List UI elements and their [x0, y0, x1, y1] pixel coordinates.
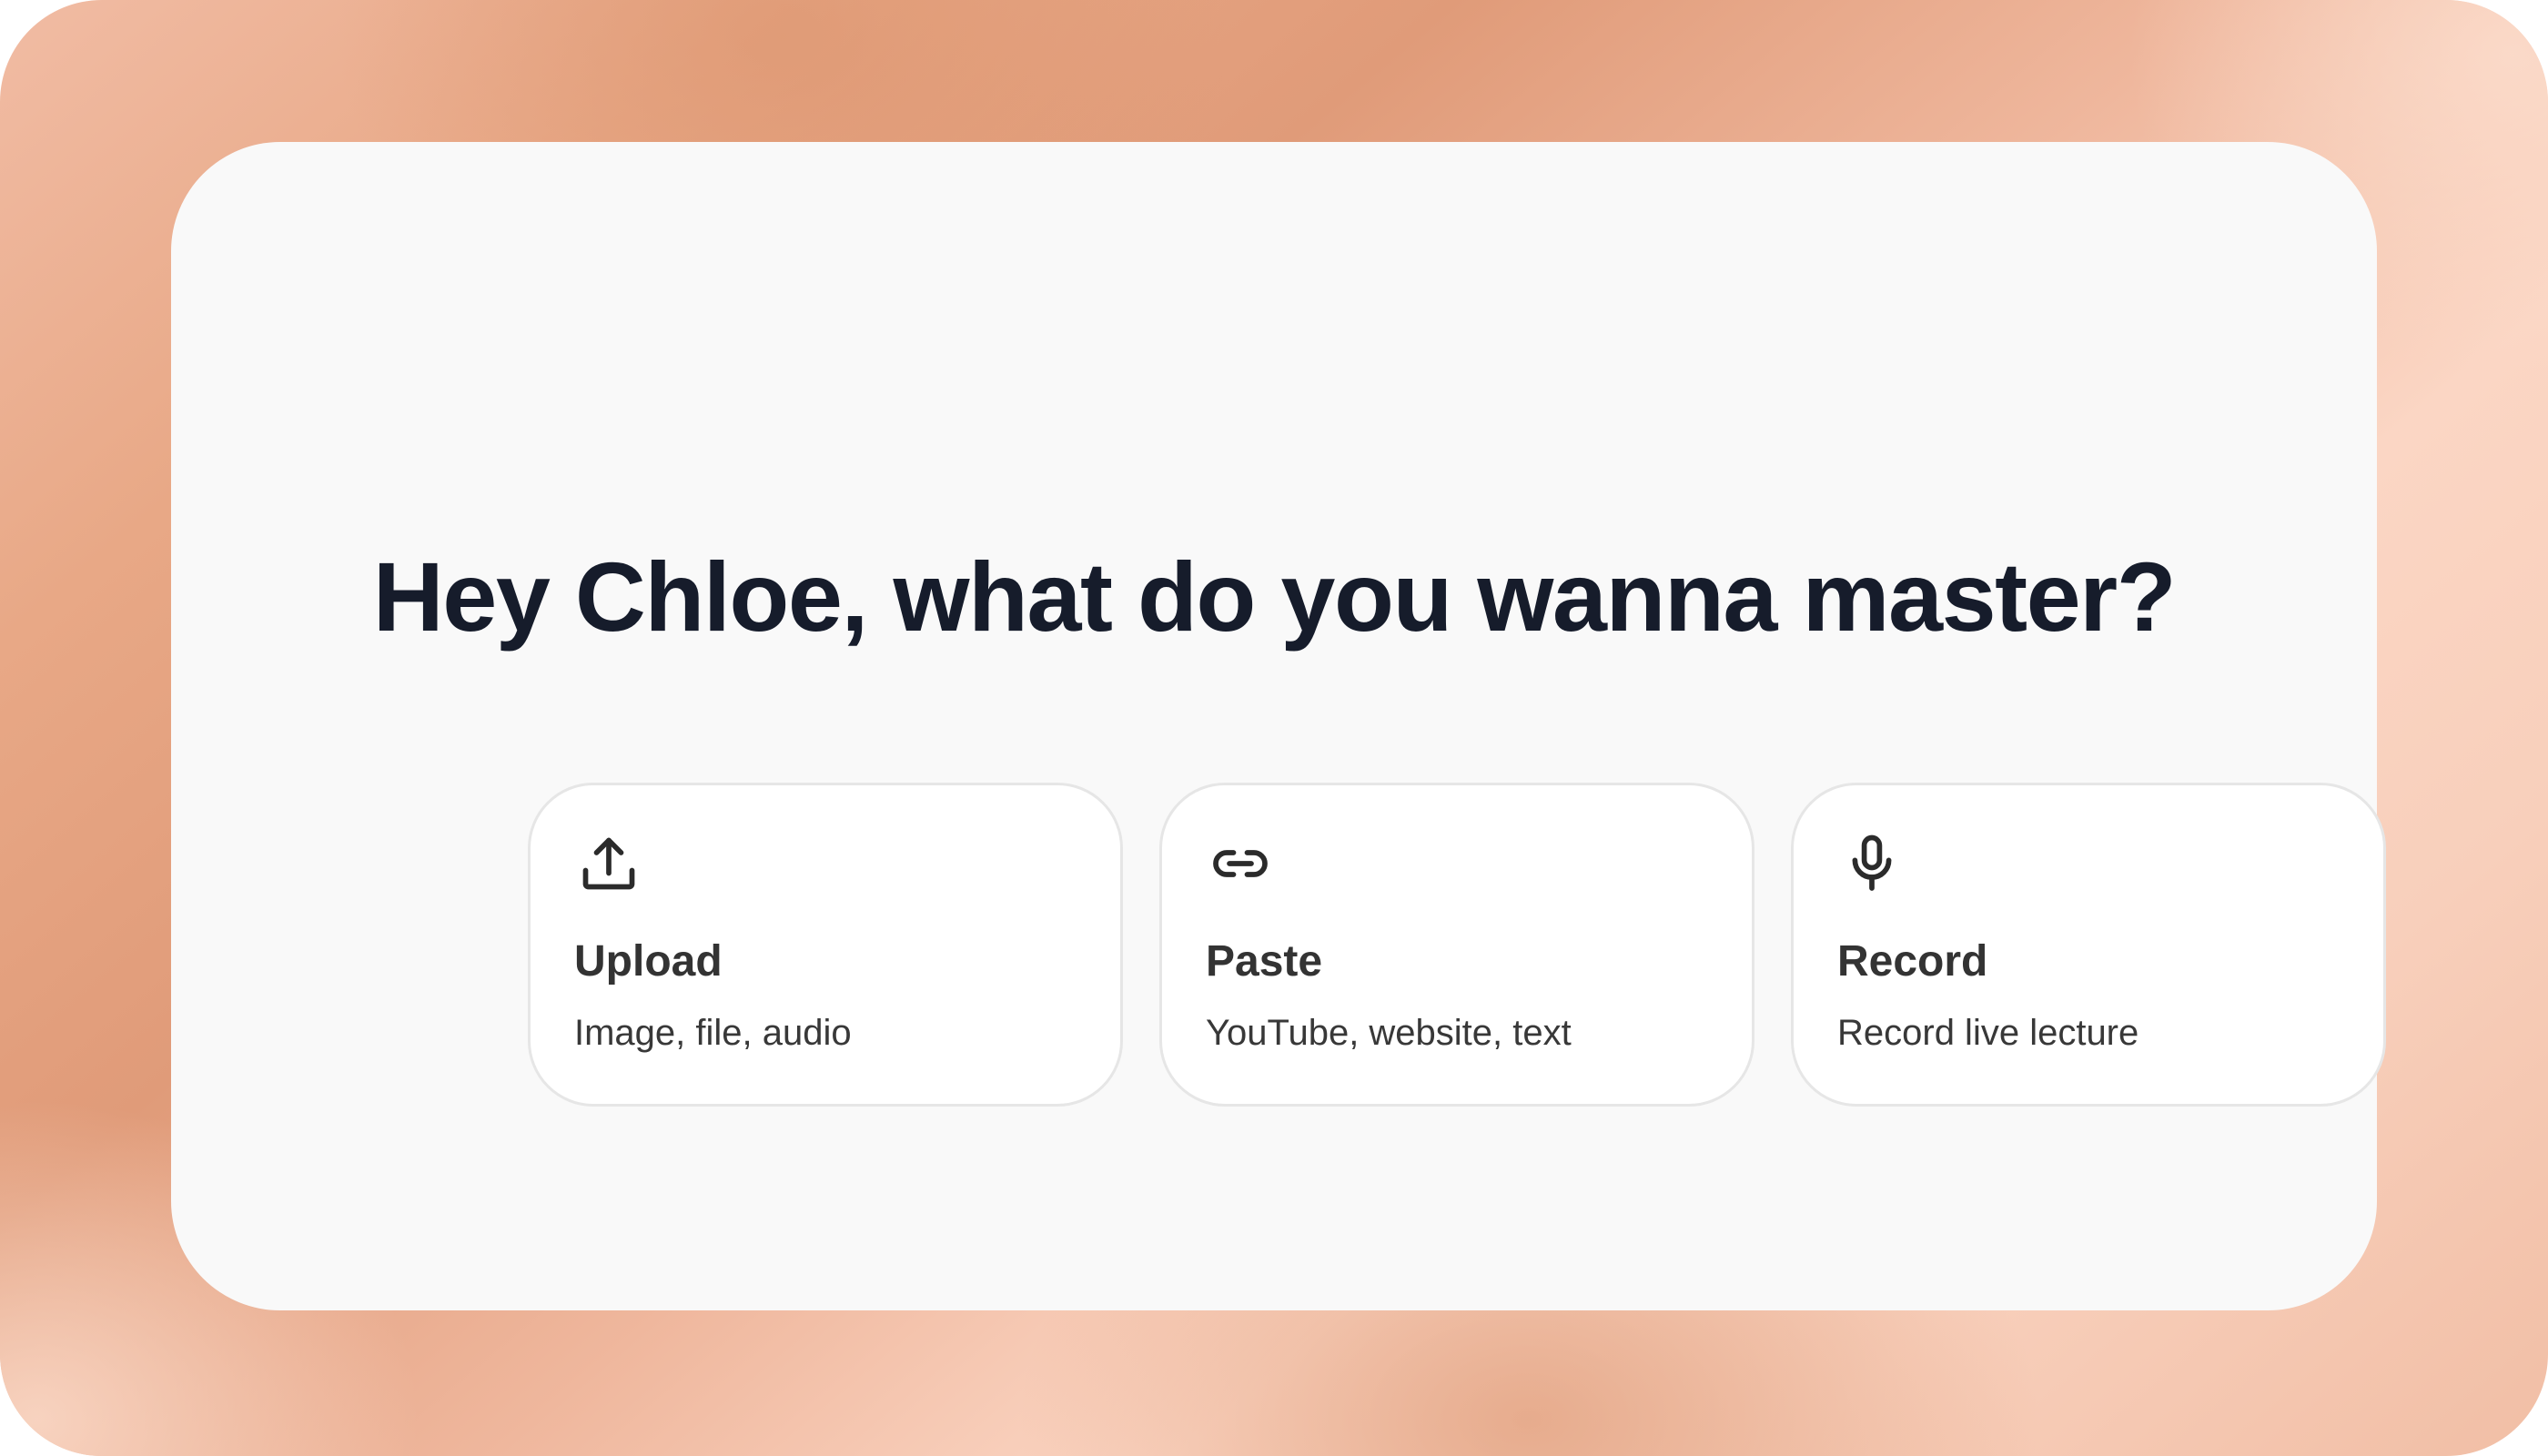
paste-option-title: Paste — [1206, 937, 1323, 986]
microphone-icon — [1839, 831, 1905, 896]
paste-option-subtitle: YouTube, website, text — [1206, 1013, 1572, 1053]
page-title: Hey Chloe, what do you wanna master? — [372, 541, 2177, 652]
record-option-card[interactable]: Record Record live lecture — [1791, 783, 2386, 1107]
gradient-background: Hey Chloe, what do you wanna master? Upl… — [0, 0, 2548, 1456]
upload-option-subtitle: Image, file, audio — [574, 1013, 852, 1053]
link-icon — [1208, 831, 1273, 896]
input-options: Upload Image, file, audio Paste YouTube,… — [528, 783, 2386, 1107]
upload-option-card[interactable]: Upload Image, file, audio — [528, 783, 1123, 1107]
upload-icon — [576, 831, 642, 896]
upload-option-title: Upload — [574, 937, 723, 986]
record-option-subtitle: Record live lecture — [1837, 1013, 2139, 1053]
paste-option-card[interactable]: Paste YouTube, website, text — [1159, 783, 1754, 1107]
record-option-title: Record — [1837, 937, 1988, 986]
main-panel: Hey Chloe, what do you wanna master? Upl… — [171, 142, 2386, 1310]
